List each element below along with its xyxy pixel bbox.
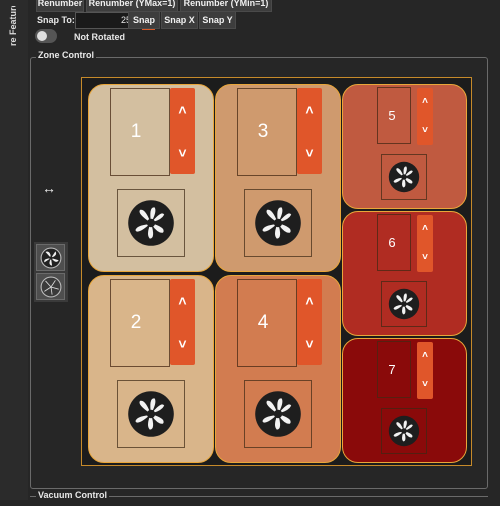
zone-6-stepper[interactable]: ˄ ˅ [417,215,433,272]
chevron-down-icon[interactable]: ˅ [305,146,313,160]
zone-7[interactable]: 7 ˄ ˅ [342,338,467,463]
chevron-up-icon[interactable]: ˄ [178,103,186,117]
zone-5-fan[interactable] [381,154,427,200]
fan-icon [254,199,302,247]
zone-4[interactable]: 4 ˄ ˅ [215,275,341,463]
zone-2[interactable]: 2 ˄ ˅ [88,275,214,463]
side-panel-strip: re Features [0,0,28,500]
zone-7-fan[interactable] [381,408,427,454]
chevron-up-icon[interactable]: ˄ [422,224,428,234]
zone-number: 4 [257,312,269,333]
snap-y-button[interactable]: Snap Y [199,11,236,29]
snap-to-label: Snap To: [37,15,75,25]
chevron-up-icon[interactable]: ˄ [305,294,313,308]
zone-5[interactable]: 5 ˄ ˅ [342,84,467,209]
zone-6-fan[interactable] [381,281,427,327]
chevron-up-icon[interactable]: ˄ [422,97,428,107]
not-rotated-toggle[interactable] [35,29,57,43]
chevron-up-icon[interactable]: ˄ [422,351,428,361]
fan-icon [40,276,61,297]
zone-2-stepper[interactable]: ˄ ˅ [170,279,195,365]
zone-5-stepper[interactable]: ˄ ˅ [417,88,433,145]
zone-1[interactable]: 1 ˄ ˅ [88,84,214,272]
snap-button[interactable]: Snap [128,11,160,29]
fan-icon[interactable] [36,244,65,271]
zone-number: 7 [388,362,396,377]
chevron-down-icon[interactable]: ˅ [422,379,428,390]
chevron-up-icon[interactable]: ˄ [178,294,186,308]
zone-number: 6 [388,235,396,250]
zone-1-fan[interactable] [117,189,185,257]
horizontal-resize-icon[interactable]: ↔ [42,180,56,196]
chevron-down-icon[interactable]: ˅ [305,337,313,351]
zone-number: 2 [130,312,142,333]
zone-control-title: Zone Control [36,50,96,60]
zone-3-stepper[interactable]: ˄ ˅ [297,88,322,174]
chevron-up-icon[interactable]: ˄ [305,103,313,117]
zone-4-fan[interactable] [244,380,312,448]
fan-icon [254,390,302,438]
fan-icon [388,415,420,447]
zone-number: 3 [257,121,269,142]
snap-x-button[interactable]: Snap X [161,11,198,29]
toolbar: Renumber Renumber (YMax=1) Renumber (YMi… [28,0,500,50]
zone-2-fan[interactable] [117,380,185,448]
vacuum-control-title: Vacuum Control [36,490,110,500]
chevron-down-icon[interactable]: ˅ [178,146,186,160]
zone-1-stepper[interactable]: ˄ ˅ [170,88,195,174]
fan-icon [127,390,175,438]
fan-icon [40,247,61,268]
renumber-button[interactable]: Renumber [36,0,84,12]
fan-icon [127,199,175,247]
zone-3-fan[interactable] [244,189,312,257]
zone-board: 1 ˄ ˅ 2 ˄ ˅ 3 ˄ ˅ 4 ˄ ˅ 5 ˄ ˅ 6 ˄ ˅ 7 ˄ ˅ [81,77,472,466]
fan-icon [388,161,420,193]
fan-icon[interactable] [36,273,65,300]
zone-3[interactable]: 3 ˄ ˅ [215,84,341,272]
zone-7-stepper[interactable]: ˄ ˅ [417,342,433,399]
zone-4-stepper[interactable]: ˄ ˅ [297,279,322,365]
chevron-down-icon[interactable]: ˅ [422,125,428,136]
chevron-down-icon[interactable]: ˅ [178,337,186,351]
fan-icon [388,288,420,320]
zone-number: 5 [388,108,396,123]
zone-number: 1 [130,121,142,142]
side-panel-label: re Features [8,6,18,46]
zone-6[interactable]: 6 ˄ ˅ [342,211,467,336]
chevron-down-icon[interactable]: ˅ [422,252,428,263]
fan-palette [34,242,68,302]
not-rotated-label: Not Rotated [74,32,125,42]
